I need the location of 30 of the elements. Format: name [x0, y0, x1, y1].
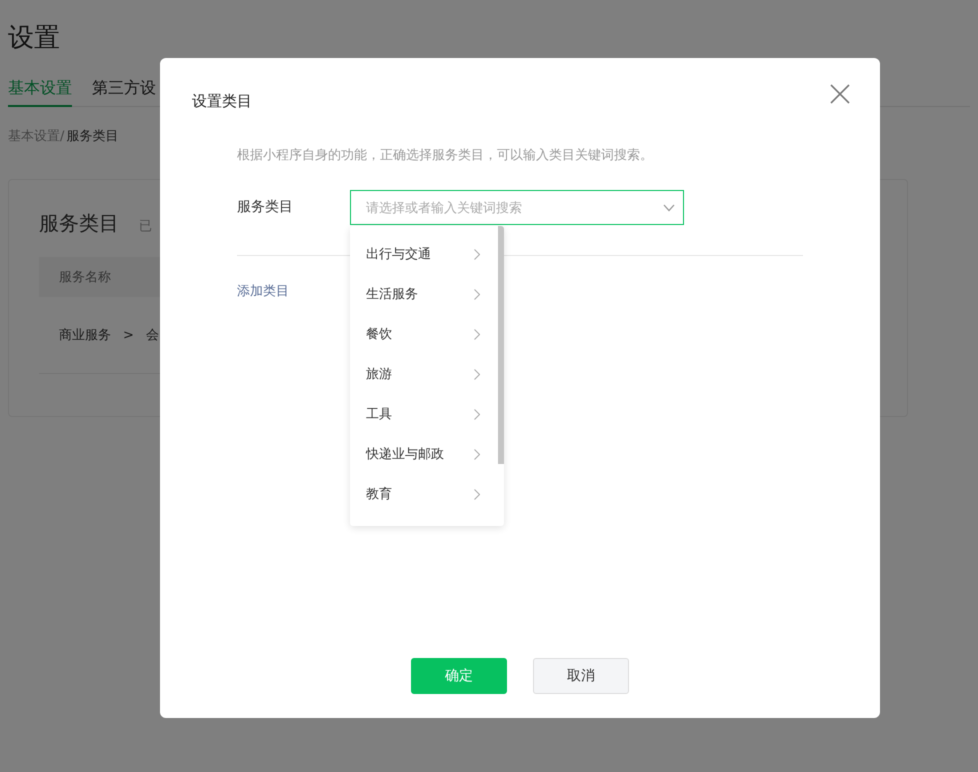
menu-item[interactable]: 生活服务	[350, 274, 498, 314]
menu-item[interactable]: 餐饮	[350, 314, 498, 354]
page-title: 设置	[8, 22, 61, 55]
menu-item[interactable]: 出行与交通	[350, 234, 498, 274]
close-icon[interactable]	[830, 84, 850, 104]
field-label: 服务类目	[237, 198, 294, 217]
scrollbar[interactable]	[498, 226, 504, 464]
table-cell-text: 会	[146, 327, 159, 344]
chevron-right-icon	[474, 288, 480, 300]
table-cell: >	[123, 328, 134, 342]
add-link[interactable]: 添加类目	[237, 282, 289, 300]
chevron-right-icon	[474, 448, 480, 460]
chevron-right-icon	[474, 368, 480, 380]
breadcrumb-current: 服务类目	[66, 129, 118, 144]
cancel-button[interactable]: 取消	[533, 658, 629, 694]
menu-item[interactable]: 旅游	[350, 354, 498, 394]
description: 根据小程序自身的功能，正确选择服务类目，可以输入类目关键词搜索。	[237, 147, 654, 164]
chevron-right-icon	[474, 328, 480, 340]
tab[interactable]: 第三方设	[92, 72, 156, 107]
chevron-right-icon	[474, 408, 480, 420]
column-header: 服务名称	[59, 269, 111, 286]
dialog-title: 设置类目	[192, 91, 252, 112]
menu-item[interactable]: 工具	[350, 394, 498, 434]
menu-item[interactable]: 快递业与邮政	[350, 434, 498, 474]
menu-item[interactable]: 教育	[350, 474, 498, 514]
chevron-right-icon	[474, 488, 480, 500]
card-title: 服务类目	[39, 210, 119, 237]
chevron-right-icon	[474, 248, 480, 260]
chevron-down-icon	[663, 204, 675, 212]
table-cell-text: 商业服务	[59, 327, 111, 344]
